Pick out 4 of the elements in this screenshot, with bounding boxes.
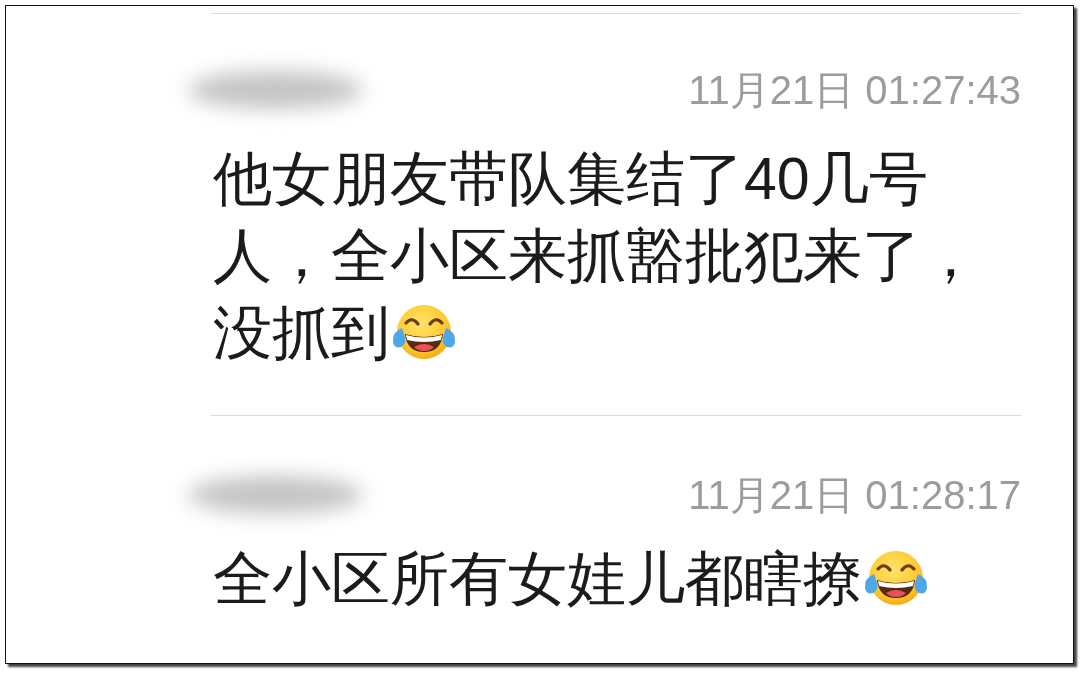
message-text: 全小区所有女娃儿都瞎撩 — [213, 546, 862, 612]
message-text: 他女朋友带队集结了40几号人，全小区来抓豁批犯来了，没抓到 — [213, 146, 980, 366]
message-time: 11月21日 01:28:17 — [688, 475, 1021, 515]
message-time: 11月21日 01:27:43 — [688, 70, 1021, 110]
